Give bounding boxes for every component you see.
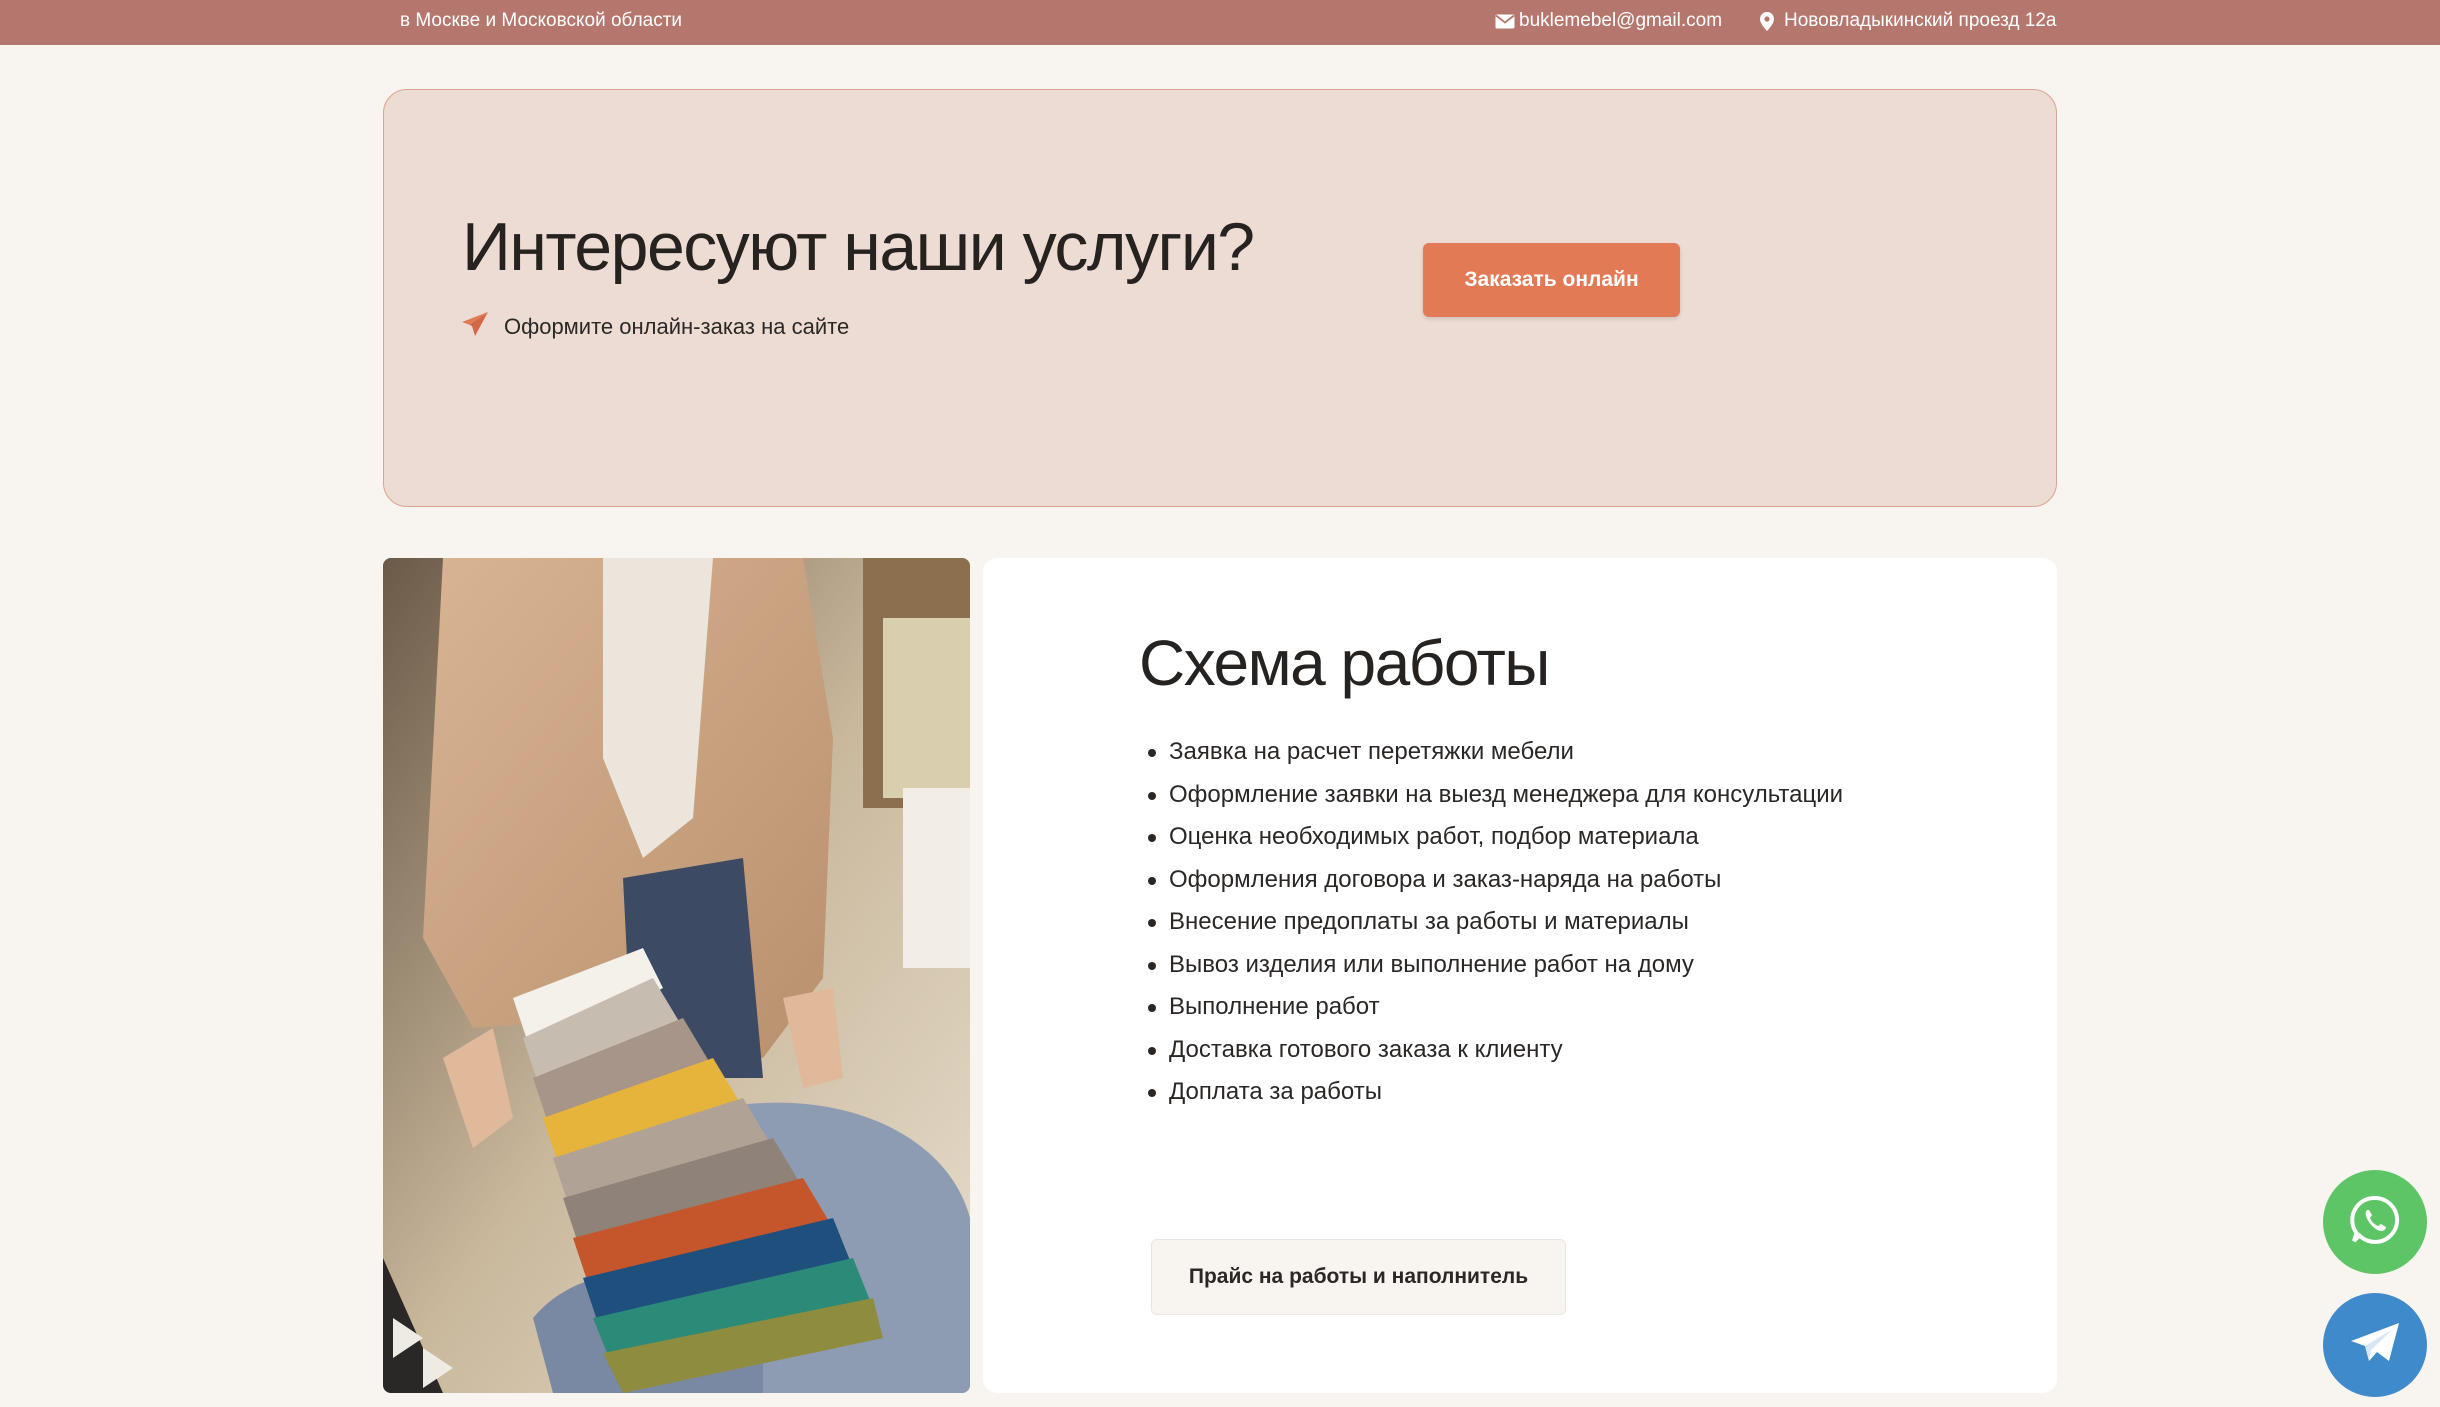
whatsapp-button[interactable]: [2323, 1170, 2427, 1274]
whatsapp-icon: [2350, 1195, 2400, 1250]
scheme-steps-list: Заявка на расчет перетяжки мебели Оформл…: [1147, 736, 1843, 1119]
telegram-button[interactable]: [2323, 1293, 2427, 1397]
cta-subtitle-row: Оформите онлайн-заказ на сайте: [462, 312, 849, 342]
address-link[interactable]: Нововладыкинский проезд 12а: [1760, 10, 2056, 32]
work-scheme-card: Схема работы Заявка на расчет перетяжки …: [983, 558, 2057, 1393]
fabric-samples-photo: [383, 558, 970, 1393]
envelope-icon: [1495, 14, 1515, 29]
email-text: buklemebel@gmail.com: [1519, 10, 1723, 31]
list-item: Внесение предоплаты за работы и материал…: [1147, 906, 1843, 949]
list-item: Доплата за работы: [1147, 1076, 1843, 1119]
list-item: Вывоз изделия или выполнение работ на до…: [1147, 949, 1843, 992]
telegram-icon: [2349, 1321, 2401, 1370]
address-text: Нововладыкинский проезд 12а: [1784, 10, 2057, 31]
list-item: Оформление заявки на выезд менеджера для…: [1147, 779, 1843, 822]
service-region: в Москве и Московской области: [400, 10, 683, 31]
list-item: Доставка готового заказа к клиенту: [1147, 1034, 1843, 1077]
cta-title: Интересуют наши услуги?: [462, 209, 1255, 285]
price-list-button[interactable]: Прайс на работы и наполнитель: [1151, 1239, 1566, 1315]
map-pin-icon: [1760, 11, 1774, 31]
order-online-button[interactable]: Заказать онлайн: [1423, 243, 1680, 317]
cta-subtitle: Оформите онлайн-заказ на сайте: [504, 314, 850, 339]
order-cta-banner: Интересуют наши услуги? Оформите онлайн-…: [383, 89, 2057, 507]
scheme-title: Схема работы: [1139, 627, 1550, 699]
list-item: Оформления договора и заказ-наряда на ра…: [1147, 864, 1843, 907]
list-item: Оценка необходимых работ, подбор материа…: [1147, 821, 1843, 864]
email-link[interactable]: buklemebel@gmail.com: [1495, 10, 1722, 32]
paper-plane-icon: [462, 312, 488, 342]
list-item: Заявка на расчет перетяжки мебели: [1147, 736, 1843, 779]
top-bar: в Москве и Московской области buklemebel…: [0, 0, 2440, 45]
list-item: Выполнение работ: [1147, 991, 1843, 1034]
